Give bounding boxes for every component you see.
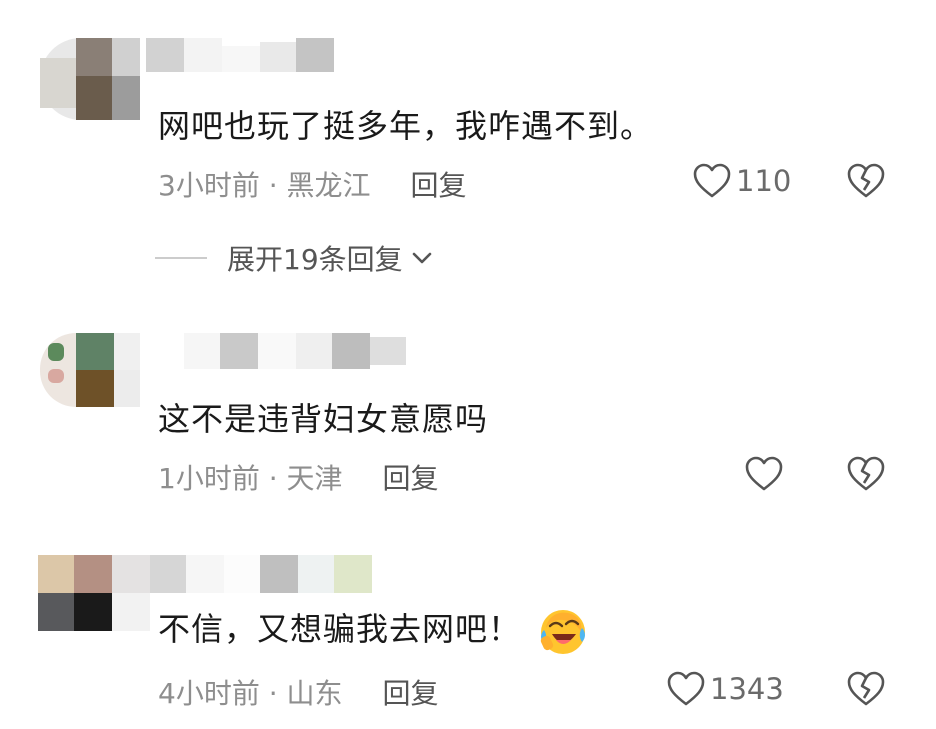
dislike-button[interactable]	[846, 162, 886, 204]
broken-heart-icon	[847, 163, 885, 198]
comment-meta: 3小时前 · 黑龙江 回复	[158, 164, 467, 204]
dislike-button[interactable]	[846, 670, 886, 712]
expand-replies-button[interactable]: 展开19条回复	[155, 238, 437, 278]
avatar[interactable]	[38, 555, 150, 631]
like-button[interactable]: 110	[692, 162, 791, 200]
comment-text: 这不是违背妇女意愿吗	[158, 400, 489, 438]
broken-heart-icon	[847, 671, 885, 706]
comment-time: 4小时前	[158, 677, 260, 710]
comment-time: 1小时前	[158, 462, 260, 495]
chevron-down-icon	[412, 252, 431, 264]
comment-location: 黑龙江	[286, 169, 371, 202]
username-redacted[interactable]	[146, 38, 334, 72]
like-button[interactable]: 1343	[666, 670, 784, 708]
reply-button[interactable]: 回复	[411, 169, 467, 202]
username-redacted[interactable]	[184, 333, 406, 369]
comment-meta: 1小时前 · 天津 回复	[158, 457, 439, 497]
comment-text-body: 不信，又想骗我去网吧！	[158, 610, 522, 648]
divider-line	[155, 257, 207, 259]
comment-location: 天津	[286, 462, 343, 495]
reply-button[interactable]: 回复	[383, 462, 439, 495]
comment-text: 网吧也玩了挺多年，我咋遇不到。	[158, 107, 654, 145]
like-count: 110	[736, 164, 792, 198]
heart-outline-icon	[745, 456, 783, 491]
comment-location: 山东	[286, 677, 343, 710]
like-count: 1343	[710, 672, 784, 706]
avatar[interactable]	[40, 38, 140, 120]
username-redacted[interactable]	[150, 555, 372, 593]
like-button[interactable]	[744, 455, 788, 493]
comment-time: 3小时前	[158, 169, 260, 202]
broken-heart-icon	[847, 456, 885, 491]
meta-separator: ·	[259, 169, 287, 202]
dislike-button[interactable]	[846, 455, 886, 497]
reply-button[interactable]: 回复	[383, 677, 439, 710]
heart-outline-icon	[693, 163, 731, 198]
meta-separator: ·	[259, 677, 287, 710]
comment-meta: 4小时前 · 山东 回复	[158, 672, 439, 712]
avatar[interactable]	[40, 333, 140, 407]
expand-replies-label: 展开19条回复	[227, 243, 403, 276]
meta-separator: ·	[259, 462, 287, 495]
laughing-crying-emoji	[541, 610, 586, 654]
comment-text: 不信，又想骗我去网吧！	[158, 604, 588, 656]
heart-outline-icon	[667, 671, 705, 706]
